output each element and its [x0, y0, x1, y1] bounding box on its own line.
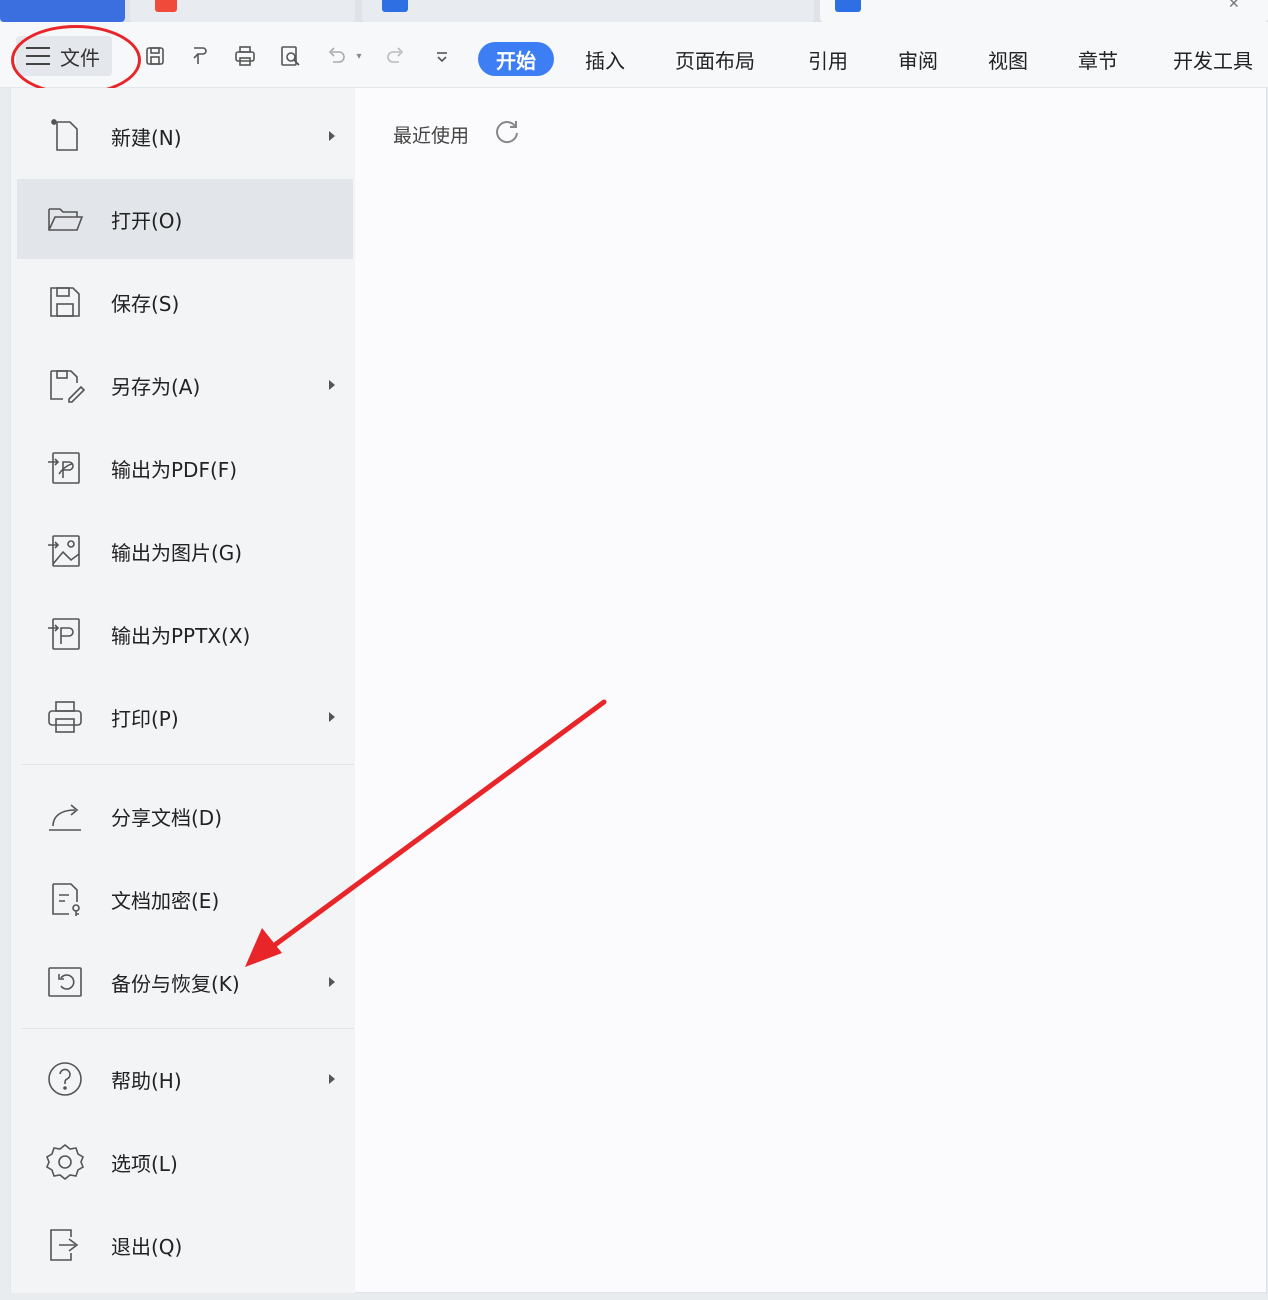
menu-item-export-pptx[interactable]: 输出为PPTX(X) — [17, 594, 353, 674]
save-as-icon — [45, 365, 86, 405]
menu-item-options[interactable]: 选项(L) — [17, 1122, 353, 1202]
new-document-icon — [45, 116, 85, 156]
undo-icon[interactable] — [322, 42, 350, 70]
menu-item-help[interactable]: 帮助(H) — [17, 1039, 353, 1119]
export-pptx-icon — [45, 614, 85, 654]
tab-page-layout[interactable]: 页面布局 — [675, 42, 755, 76]
tab-insert[interactable]: 插入 — [585, 42, 625, 76]
share-icon — [45, 796, 85, 836]
tab-word-document-2[interactable] — [820, 0, 1268, 22]
help-icon — [45, 1059, 85, 1099]
menu-item-export-image[interactable]: 输出为图片(G) — [17, 511, 353, 591]
tab-review[interactable]: 审阅 — [898, 42, 938, 76]
menu-item-export-pdf[interactable]: 输出为PDF(F) — [17, 428, 353, 508]
file-menu: 新建(N) 打开(O) 保存(S) 另存为(A) 输出为PDF(F) 输出为图片… — [10, 88, 355, 1293]
menu-item-encrypt[interactable]: 文档加密(E) — [17, 859, 353, 939]
menu-item-label: 分享文档(D) — [111, 805, 223, 830]
export-image-icon — [45, 531, 85, 571]
menu-item-label: 输出为PPTX(X) — [111, 623, 251, 648]
menu-item-open[interactable]: 打开(O) — [17, 179, 353, 259]
menu-item-label: 备份与恢复(K) — [111, 971, 240, 996]
menu-item-label: 退出(Q) — [111, 1234, 183, 1259]
toolbar: 文件 ▾ 开始 插入 页面布局 引用 审阅 视图 章节 开发工具 — [0, 22, 1268, 95]
recent-label: 最近使用 — [393, 125, 470, 147]
redo-icon[interactable] — [382, 42, 410, 70]
wps-logo-icon — [155, 0, 177, 12]
menu-item-label: 输出为图片(G) — [111, 540, 243, 565]
file-menu-button[interactable]: 文件 — [16, 36, 112, 76]
menu-item-label: 选项(L) — [111, 1151, 178, 1176]
tab-references[interactable]: 引用 — [808, 42, 848, 76]
menu-item-exit[interactable]: 退出(Q) — [17, 1205, 353, 1285]
save-icon[interactable] — [141, 42, 169, 70]
submenu-arrow-icon — [329, 977, 335, 987]
file-menu-label: 文件 — [60, 45, 100, 70]
word-logo-icon — [382, 0, 408, 12]
open-folder-icon — [45, 199, 85, 239]
submenu-arrow-icon — [329, 1074, 335, 1084]
close-icon[interactable]: ✕ — [1228, 0, 1240, 12]
export-pdf-icon — [45, 448, 85, 488]
menu-item-print[interactable]: 打印(P) — [17, 677, 353, 757]
menu-item-label: 打开(O) — [111, 208, 183, 233]
tab-view[interactable]: 视图 — [988, 42, 1028, 76]
save-icon — [45, 282, 85, 322]
window-tab-strip: ✕ — [0, 0, 1268, 22]
tab-home[interactable] — [0, 0, 125, 22]
tab-developer[interactable]: 开发工具 — [1173, 42, 1253, 76]
print-preview-icon[interactable] — [276, 42, 304, 70]
menu-item-label: 另存为(A) — [111, 374, 201, 399]
format-painter-icon[interactable] — [186, 42, 214, 70]
tab-home-start[interactable]: 开始 — [478, 42, 554, 76]
menu-divider — [21, 1028, 354, 1029]
refresh-icon[interactable] — [493, 118, 521, 146]
menu-item-label: 帮助(H) — [111, 1068, 182, 1093]
options-gear-icon — [45, 1142, 85, 1182]
menu-item-save[interactable]: 保存(S) — [17, 262, 353, 342]
menu-item-label: 新建(N) — [111, 125, 182, 150]
tab-section[interactable]: 章节 — [1078, 42, 1118, 76]
submenu-arrow-icon — [329, 131, 335, 141]
submenu-arrow-icon — [329, 712, 335, 722]
menu-item-label: 打印(P) — [111, 706, 179, 731]
undo-dropdown-icon[interactable]: ▾ — [351, 42, 367, 70]
menu-item-share[interactable]: 分享文档(D) — [17, 776, 353, 856]
print-icon[interactable] — [231, 42, 259, 70]
encrypt-icon — [45, 879, 85, 919]
word-logo-icon — [835, 0, 861, 12]
menu-divider — [21, 764, 354, 765]
menu-item-label: 保存(S) — [111, 291, 180, 316]
menu-item-new[interactable]: 新建(N) — [17, 96, 353, 176]
recent-files-panel: 最近使用 — [355, 88, 1267, 1293]
exit-icon — [45, 1225, 85, 1265]
submenu-arrow-icon — [329, 380, 335, 390]
backup-restore-icon — [45, 962, 85, 1002]
customize-icon[interactable] — [428, 42, 456, 70]
tab-word-document-1[interactable] — [362, 0, 814, 22]
hamburger-icon — [26, 47, 50, 65]
menu-item-backup-restore[interactable]: 备份与恢复(K) — [17, 942, 353, 1022]
print-icon — [45, 697, 85, 737]
menu-item-label: 输出为PDF(F) — [111, 457, 238, 482]
menu-item-label: 文档加密(E) — [111, 888, 220, 913]
menu-item-save-as[interactable]: 另存为(A) — [17, 345, 353, 425]
